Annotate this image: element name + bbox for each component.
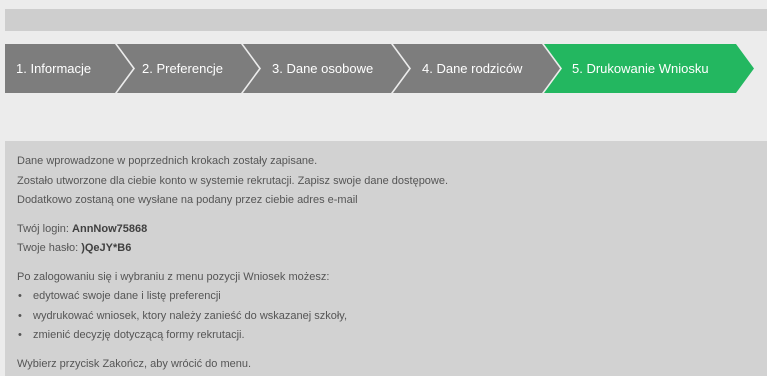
list-item: edytować swoje dane i listę preferencji (17, 287, 767, 307)
account-created-message: Zostało utworzone dla ciebie konto w sys… (17, 174, 449, 187)
step-label: 2. Preferencje (142, 61, 223, 76)
step-preferencje[interactable]: 2. Preferencje (117, 44, 259, 93)
summary-panel: Dane wprowadzone w poprzednich krokach z… (5, 141, 767, 376)
list-item: wydrukować wniosek, ktory należy zanieść… (17, 307, 767, 327)
step-label: 3. Dane osobowe (272, 61, 373, 76)
step-label: 5. Drukowanie Wniosku (572, 61, 709, 76)
login-row: Twój login: AnnNow75868 (17, 220, 767, 240)
saved-message: Dane wprowadzone w poprzednich krokach z… (17, 155, 318, 167)
instructions-intro: Po zalogowaniu się i wybraniu z menu poz… (17, 270, 330, 283)
step-dane-osobowe[interactable]: 3. Dane osobowe (243, 44, 409, 93)
password-value: )QeJY*B6 (81, 242, 132, 254)
step-label: 1. Informacje (16, 61, 91, 76)
password-label: Twoje hasło: (17, 242, 82, 254)
step-dane-rodzicow[interactable]: 4. Dane rodziców (393, 44, 560, 93)
login-label: Twój login: (17, 222, 73, 235)
step-informacje[interactable]: 1. Informacje (5, 44, 133, 93)
wizard-steps: 1. Informacje 2. Preferencje 3. Dane oso… (5, 44, 767, 93)
step-drukowanie-wniosku[interactable]: 5. Drukowanie Wniosku (544, 44, 754, 93)
top-bar (5, 9, 767, 31)
instructions-list: edytować swoje dane i listę preferencji … (17, 287, 767, 346)
list-item: zmienić decyzję dotyczącą formy rekrutac… (17, 326, 767, 346)
finish-instruction: Wybierz przycisk Zakończ, aby wrócić do … (17, 357, 252, 370)
password-row: Twoje hasło: )QeJY*B6 (17, 239, 767, 259)
login-value: AnnNow75868 (72, 222, 148, 235)
email-notice: Dodatkowo zostaną one wysłane na podany … (17, 194, 358, 206)
step-label: 4. Dane rodziców (422, 61, 523, 76)
